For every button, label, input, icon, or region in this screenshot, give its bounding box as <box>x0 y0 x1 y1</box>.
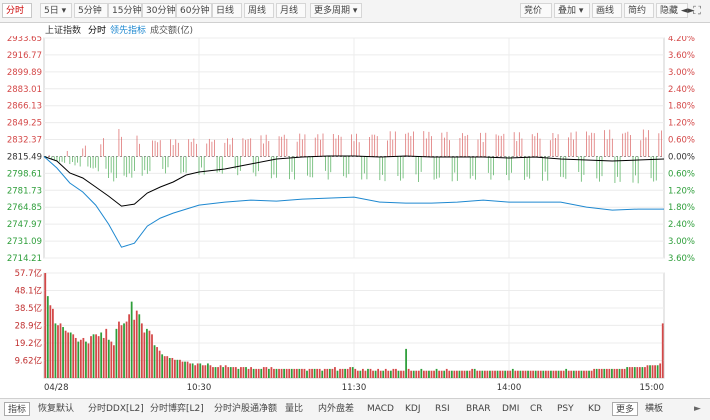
time-tick-label: 15:00 <box>640 383 665 393</box>
expand-icon[interactable]: ⛶ <box>690 4 704 18</box>
price-tick-label: 2866.13 <box>7 102 42 112</box>
time-tick-label: 10:30 <box>187 383 212 393</box>
volume-label: 成交额(亿) <box>150 26 194 36</box>
mode-label: 分时 <box>88 26 107 36</box>
indicator-tab-9[interactable]: RSI <box>435 402 450 416</box>
intraday-chart[interactable]: 2933.65 4.20% 2916.77 3.60% 2899.89 3.00% 2883… <box>0 36 710 396</box>
indicator-tab-0[interactable]: 指标 <box>4 402 31 416</box>
pct-tick-label: 1.20% <box>668 119 695 129</box>
indicator-tab-13[interactable]: PSY <box>557 402 574 416</box>
leading-indicator-label: 领先指标 <box>110 26 147 36</box>
toolbar-button-8[interactable]: 月线 <box>276 3 306 18</box>
price-tick-label: 2899.89 <box>7 68 42 78</box>
indicator-tab-1[interactable]: 恢复默认 <box>38 402 74 416</box>
indicator-tab-11[interactable]: DMI <box>502 402 519 416</box>
price-tick-label: 2747.97 <box>7 220 42 230</box>
indicator-tab-4[interactable]: 分时沪股通净额 <box>214 402 277 416</box>
index-name: 上证指数 <box>45 26 82 36</box>
pct-tick-label: 2.40% <box>668 220 695 230</box>
indicator-tab-12[interactable]: CR <box>530 402 543 416</box>
indicator-tab-8[interactable]: KDJ <box>405 402 421 416</box>
volume-tick-label: 28.9亿 <box>15 320 42 331</box>
time-tick-label: 14:00 <box>497 383 522 393</box>
pct-tick-label: 1.80% <box>668 102 695 112</box>
indicator-tab-16[interactable]: 横板 <box>645 402 663 416</box>
price-tick-label: 2933.65 <box>7 36 42 44</box>
toolbar: 分时 5日 ▾ 5分钟 15分钟 30分钟 60分钟 日线 周线 月线 更多周期 ▾ 竞价 叠加 ▾… <box>0 0 710 23</box>
price-tick-label: 2731.09 <box>7 237 42 247</box>
toolbar-right-button-3[interactable]: 简约 <box>624 3 654 18</box>
indicator-tab-10[interactable]: BRAR <box>466 402 490 416</box>
indicator-tab-15[interactable]: 更多 <box>612 402 639 416</box>
pct-tick-label: 0.00% <box>668 152 695 162</box>
time-tick-label: 04/28 <box>44 383 69 393</box>
volume-tick-label: 57.7亿 <box>15 268 42 279</box>
time-tick-label: 11:30 <box>342 383 367 393</box>
indicator-tab-3[interactable]: 分时博弈[L2] <box>150 402 204 416</box>
volume-tick-label: 48.1亿 <box>15 285 42 296</box>
pct-tick-label: 2.40% <box>668 85 695 95</box>
indicator-tab-7[interactable]: MACD <box>367 402 394 416</box>
toolbar-button-1[interactable]: 5日 ▾ <box>40 3 72 18</box>
toolbar-button-6[interactable]: 日线 <box>212 3 242 18</box>
toolbar-right-button-1[interactable]: 叠加 ▾ <box>554 3 590 18</box>
toolbar-button-4[interactable]: 30分钟 <box>142 3 176 18</box>
price-tick-label: 2764.85 <box>7 203 42 213</box>
price-tick-label: 2832.37 <box>7 136 42 146</box>
pct-tick-label: 3.60% <box>668 51 695 61</box>
pct-tick-label: 1.20% <box>668 186 695 196</box>
price-tick-label: 2798.61 <box>7 169 42 179</box>
price-tick-label: 2714.21 <box>7 254 42 264</box>
price-tick-label: 2781.73 <box>7 186 42 196</box>
pct-tick-label: 0.60% <box>668 169 695 179</box>
toolbar-button-5[interactable]: 60分钟 <box>176 3 212 18</box>
toolbar-right-button-2[interactable]: 画线 <box>592 3 622 18</box>
toolbar-button-7[interactable]: 周线 <box>244 3 274 18</box>
price-tick-label: 2849.25 <box>7 119 42 129</box>
toolbar-right-button-4[interactable]: 隐藏 ◄► <box>656 3 695 18</box>
pct-tick-label: 0.60% <box>668 136 695 146</box>
toolbar-button-3[interactable]: 15分钟 <box>108 3 142 18</box>
pct-tick-label: 3.00% <box>668 68 695 78</box>
toolbar-button-9[interactable]: 更多周期 ▾ <box>310 3 362 18</box>
indicator-tab-6[interactable]: 内外盘差 <box>318 402 354 416</box>
indicator-tab-14[interactable]: KD <box>588 402 601 416</box>
pct-tick-label: 3.60% <box>668 254 695 264</box>
volume-tick-label: 9.62亿 <box>15 355 42 366</box>
toolbar-button-2[interactable]: 5分钟 <box>74 3 108 18</box>
toolbar-button-0[interactable]: 分时 <box>2 3 32 18</box>
volume-tick-label: 38.5亿 <box>15 303 42 314</box>
indicator-tab-2[interactable]: 分时DDX[L2] <box>88 402 144 416</box>
volume-tick-label: 19.2亿 <box>15 338 42 349</box>
scroll-right-icon[interactable]: ► <box>694 404 701 414</box>
pct-tick-label: 1.80% <box>668 203 695 213</box>
indicator-tab-5[interactable]: 量比 <box>285 402 303 416</box>
pct-tick-label: 3.00% <box>668 237 695 247</box>
toolbar-right-button-0[interactable]: 竞价 <box>520 3 552 18</box>
pct-tick-label: 4.20% <box>668 36 695 44</box>
indicator-bar: 指标 恢复默认 分时DDX[L2] 分时博弈[L2] 分时沪股通净额 量比 内外盘差 MACD… <box>0 398 710 420</box>
axis-labels: 2933.65 4.20% 2916.77 3.60% 2899.89 3.00% 2883… <box>7 36 695 393</box>
price-tick-label: 2916.77 <box>7 51 42 61</box>
price-tick-label: 2815.49 <box>7 152 42 162</box>
chart-subheader: 上证指数 分时 领先指标 成交额(亿) <box>0 22 710 36</box>
price-tick-label: 2883.01 <box>7 85 42 95</box>
